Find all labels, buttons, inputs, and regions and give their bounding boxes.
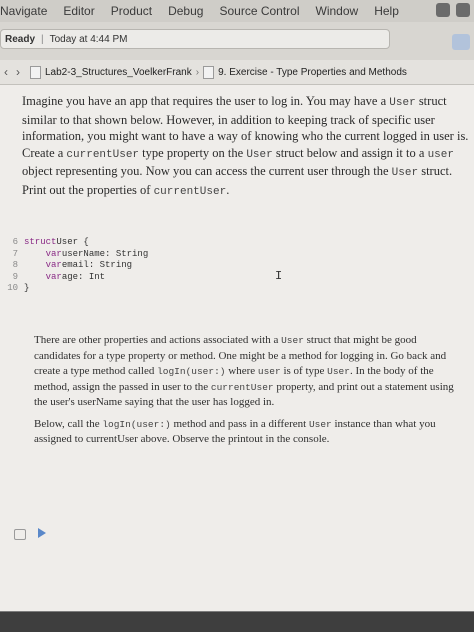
code-text: age: Int <box>61 271 106 282</box>
line-number: 8 <box>12 260 18 270</box>
menu-bar: Navigate Editor Product Debug Source Con… <box>0 0 474 22</box>
instructions-text-2: There are other properties and actions a… <box>34 333 464 454</box>
code-inline: User <box>308 418 332 430</box>
menu-debug[interactable]: Debug <box>160 4 211 18</box>
code-line[interactable]: 9 var age: Int <box>0 272 474 284</box>
text: object representing you. Now you can acc… <box>22 164 392 178</box>
breadcrumb-chevron-icon: › <box>195 66 200 78</box>
keyword: var <box>24 260 62 270</box>
status-state: Ready <box>5 33 36 45</box>
system-icon[interactable] <box>436 3 450 17</box>
text: where <box>225 365 258 377</box>
instructions-text: Imagine you have an app that requires th… <box>22 93 474 200</box>
breakpoint-icon[interactable] <box>14 529 26 540</box>
code-line[interactable]: 7 var userName: String <box>0 249 474 261</box>
system-icon[interactable] <box>456 3 470 17</box>
code-text: } <box>24 283 30 293</box>
editor-toggle-button[interactable] <box>452 34 470 50</box>
text: There are other properties and actions a… <box>34 334 282 346</box>
line-number: 7 <box>12 248 18 259</box>
code-inline: User <box>246 148 273 161</box>
file-icon <box>203 65 215 79</box>
file-icon <box>30 65 41 79</box>
line-number: 6 <box>12 237 18 247</box>
chevron-left-icon[interactable]: ‹ <box>0 65 12 79</box>
keyword: var <box>24 248 62 259</box>
line-number: 9 <box>12 271 18 282</box>
code-block[interactable]: 6 struct User { 7 var userName: String 8 … <box>0 237 474 295</box>
code-inline: logIn(user:) <box>157 366 226 377</box>
text: is of type <box>280 365 328 377</box>
code-inline: currentUser <box>66 148 140 161</box>
code-inline: User <box>327 366 350 377</box>
text: . <box>226 182 230 197</box>
code-line[interactable]: 10} <box>0 283 474 295</box>
menu-extras <box>436 3 470 17</box>
code-inline: User <box>391 167 419 179</box>
keyword: struct <box>24 237 57 247</box>
menu-help[interactable]: Help <box>366 4 407 18</box>
text: Below, call the <box>34 417 103 430</box>
text: type property on the <box>139 145 247 160</box>
playground-editor[interactable]: Imagine you have an app that requires th… <box>0 85 474 632</box>
code-inline: currentUser <box>210 381 274 393</box>
code-inline: user <box>257 366 281 377</box>
code-inline: User <box>281 335 304 346</box>
status-separator: | <box>41 33 44 45</box>
text: struct below and assign it to a <box>272 145 428 160</box>
toolbar: Ready | Today at 4:44 PM <box>0 22 474 61</box>
code-text: userName: String <box>61 248 149 259</box>
jump-bar-project[interactable]: Lab2-3_Structures_VoelkerFrank <box>45 67 192 78</box>
activity-status: Ready | Today at 4:44 PM <box>0 29 390 49</box>
code-text: email: String <box>61 260 133 270</box>
jump-bar-page[interactable]: 9. Exercise - Type Properties and Method… <box>218 67 407 78</box>
menu-window[interactable]: Window <box>308 4 367 18</box>
code-inline: currentUser <box>153 185 227 198</box>
code-inline: User <box>389 97 416 109</box>
chevron-right-icon[interactable]: › <box>12 65 24 79</box>
text: Imagine you have an app that requires th… <box>22 94 390 108</box>
menu-source-control[interactable]: Source Control <box>211 4 307 18</box>
code-line[interactable]: 6 struct User { <box>0 237 474 249</box>
code-text: User { <box>56 237 89 247</box>
code-line[interactable]: 8 var email: String <box>0 260 474 272</box>
menu-editor[interactable]: Editor <box>55 4 102 18</box>
code-inline: logIn(user:) <box>102 418 171 430</box>
code-inline: user <box>427 148 454 161</box>
jump-bar: ‹ › Lab2-3_Structures_VoelkerFrank › 9. … <box>0 60 474 85</box>
menu-navigate[interactable]: Navigate <box>0 4 55 18</box>
menu-product[interactable]: Product <box>103 4 160 18</box>
line-number: 10 <box>7 283 18 293</box>
status-time: Today at 4:44 PM <box>49 33 128 45</box>
text-cursor-icon: I <box>275 269 283 283</box>
keyword: var <box>24 271 62 282</box>
play-icon[interactable] <box>38 528 46 538</box>
dock <box>0 612 474 632</box>
text: method and pass in a different <box>170 417 309 430</box>
